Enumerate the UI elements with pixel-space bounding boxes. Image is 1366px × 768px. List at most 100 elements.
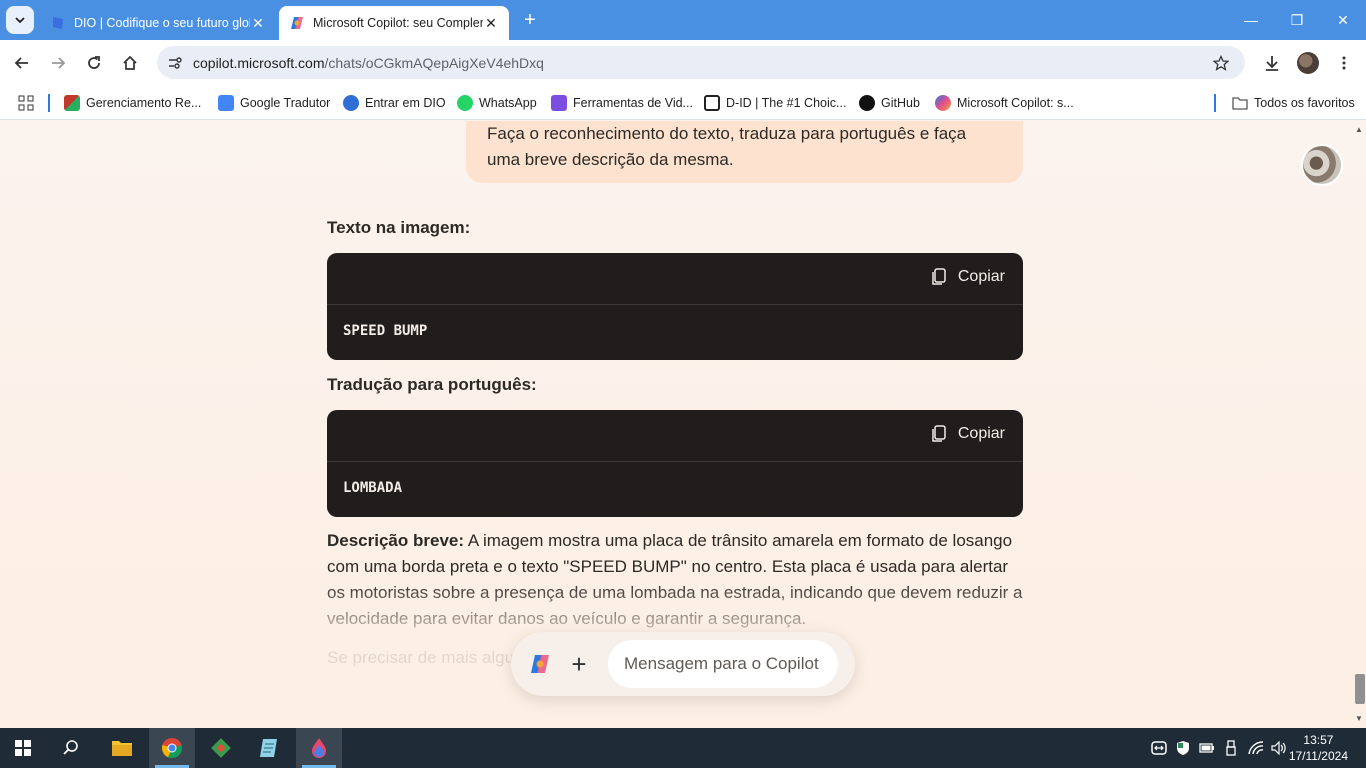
tab-title: Microsoft Copilot: seu Complemento de IA (313, 16, 483, 30)
wifi-tray-icon[interactable] (1245, 728, 1267, 768)
bookmarks-bar: Gerenciamento Re... Google Tradutor Entr… (0, 86, 1366, 120)
url-host: copilot.microsoft.com (193, 55, 325, 71)
taskbar-git[interactable] (198, 728, 244, 768)
dio-icon (53, 17, 63, 29)
taskbar-chrome[interactable] (149, 728, 195, 768)
copy-button[interactable]: Copiar (932, 268, 1005, 286)
folder-icon (1232, 97, 1248, 110)
code-text: LOMBADA (343, 480, 403, 496)
forward-button[interactable] (44, 49, 72, 77)
message-composer: + (511, 632, 855, 696)
taskbar-notepad[interactable] (246, 728, 292, 768)
menu-button[interactable] (1330, 49, 1358, 77)
taskbar-file-explorer[interactable] (99, 728, 145, 768)
tab-close-button[interactable]: ✕ (483, 15, 499, 32)
section-heading-translation: Tradução para português: (327, 375, 537, 394)
more-vertical-icon (1342, 56, 1346, 70)
bookmarks-divider (1214, 94, 1216, 112)
google-translate-icon (218, 95, 234, 111)
back-button[interactable] (8, 49, 36, 77)
avatar (1297, 52, 1319, 74)
profile-button[interactable] (1294, 49, 1322, 77)
reload-button[interactable] (80, 49, 108, 77)
tab-dio[interactable]: DIO | Codifique o seu futuro global ✕ (40, 6, 276, 40)
bookmark-star-icon[interactable] (1211, 53, 1231, 73)
all-bookmarks-button[interactable]: Todos os favoritos (1232, 93, 1355, 113)
bookmark-copilot[interactable]: Microsoft Copilot: s... (935, 93, 1074, 113)
teamviewer-tray-icon[interactable] (1148, 728, 1170, 768)
scroll-up-icon[interactable]: ▲ (1354, 125, 1364, 135)
copilot-icon (291, 17, 303, 29)
close-window-button[interactable]: ✕ (1320, 0, 1366, 40)
download-icon (1266, 56, 1278, 71)
bookmark-d-id[interactable]: D-ID | The #1 Choic... (704, 93, 846, 113)
apps-grid-icon (18, 95, 34, 111)
arrow-right-icon (52, 57, 66, 69)
system-clock[interactable]: 13:57 17/11/2024 (1289, 732, 1348, 764)
github-icon (859, 95, 875, 111)
tab-close-button[interactable]: ✕ (250, 15, 266, 32)
copilot-chat-page: Faça o reconhecimento do texto, traduza … (0, 121, 1366, 728)
bookmark-google-tradutor[interactable]: Google Tradutor (218, 93, 330, 113)
home-button[interactable] (116, 49, 144, 77)
add-attachment-button[interactable]: + (567, 650, 591, 678)
git-icon (211, 738, 231, 758)
tab-copilot[interactable]: Microsoft Copilot: seu Complemento de IA… (279, 6, 509, 40)
new-tab-button[interactable]: + (518, 8, 542, 32)
address-bar[interactable]: copilot.microsoft.com/chats/oCGkmAQepAig… (157, 46, 1245, 79)
maximize-button[interactable]: ❐ (1274, 0, 1320, 40)
bookmark-github[interactable]: GitHub (859, 93, 920, 113)
bookmark-dio[interactable]: Entrar em DIO (343, 93, 446, 113)
tab-search-button[interactable] (6, 6, 34, 34)
start-button[interactable] (0, 728, 46, 768)
volume-tray-icon[interactable] (1269, 728, 1289, 768)
scroll-down-icon[interactable]: ▼ (1354, 714, 1364, 724)
bookmark-label: GitHub (881, 96, 920, 110)
whatsapp-icon (457, 95, 473, 111)
user-avatar[interactable] (1301, 144, 1343, 186)
security-tray-icon[interactable] (1173, 728, 1193, 768)
bookmarks-divider (48, 94, 50, 112)
copy-label: Copiar (957, 268, 1005, 285)
copy-label: Copiar (957, 425, 1005, 442)
bookmark-label: Entrar em DIO (365, 96, 446, 110)
usb-tray-icon[interactable] (1221, 728, 1241, 768)
apps-button[interactable] (18, 93, 34, 113)
windows-logo-icon (15, 740, 31, 756)
all-bookmarks-label: Todos os favoritos (1254, 96, 1355, 110)
copy-button[interactable]: Copiar (932, 425, 1005, 443)
copilot-logo-icon[interactable] (528, 652, 552, 676)
browser-toolbar: copilot.microsoft.com/chats/oCGkmAQepAig… (0, 40, 1366, 86)
clock-date: 17/11/2024 (1288, 749, 1348, 763)
taskbar-search-button[interactable] (48, 728, 94, 768)
section-heading-text: Texto na imagem: (327, 218, 471, 237)
site-info-icon[interactable] (165, 53, 185, 73)
scrollbar-thumb[interactable] (1355, 674, 1365, 704)
bookmark-gerenciamento[interactable]: Gerenciamento Re... (64, 93, 201, 113)
taskbar-paint[interactable] (296, 728, 342, 768)
url-path: /chats/oCGkmAQepAigXeV4ehDxq (324, 55, 544, 71)
bookmark-label: WhatsApp (479, 96, 537, 110)
bookmark-whatsapp[interactable]: WhatsApp (457, 93, 537, 113)
arrow-left-icon (14, 57, 28, 69)
battery-tray-icon[interactable] (1197, 728, 1217, 768)
tab-strip: DIO | Codifique o seu futuro global ✕ Mi… (0, 0, 1366, 40)
home-icon (123, 55, 137, 70)
bookmark-label: Ferramentas de Vid... (573, 96, 693, 110)
downloads-button[interactable] (1258, 49, 1286, 77)
code-text: SPEED BUMP (343, 323, 428, 339)
trailing-message-text: Se precisar de mais algu (327, 648, 515, 667)
windows-taskbar: 13:57 17/11/2024 (0, 728, 1366, 768)
code-block-header: Copiar (327, 410, 1023, 462)
user-message-bubble: Faça o reconhecimento do texto, traduza … (466, 121, 1023, 183)
bookmark-ferramentas[interactable]: Ferramentas de Vid... (551, 93, 693, 113)
url-text: copilot.microsoft.com/chats/oCGkmAQepAig… (193, 55, 544, 71)
bookmark-label: Gerenciamento Re... (86, 96, 202, 110)
minimize-button[interactable]: — (1228, 0, 1274, 40)
d-id-icon (704, 95, 720, 111)
page-scrollbar[interactable]: ▲ ▼ (1352, 121, 1366, 728)
message-input[interactable] (608, 640, 838, 688)
clock-time: 13:57 (1303, 733, 1334, 747)
copy-icon (932, 425, 946, 442)
paint-icon (312, 738, 326, 758)
